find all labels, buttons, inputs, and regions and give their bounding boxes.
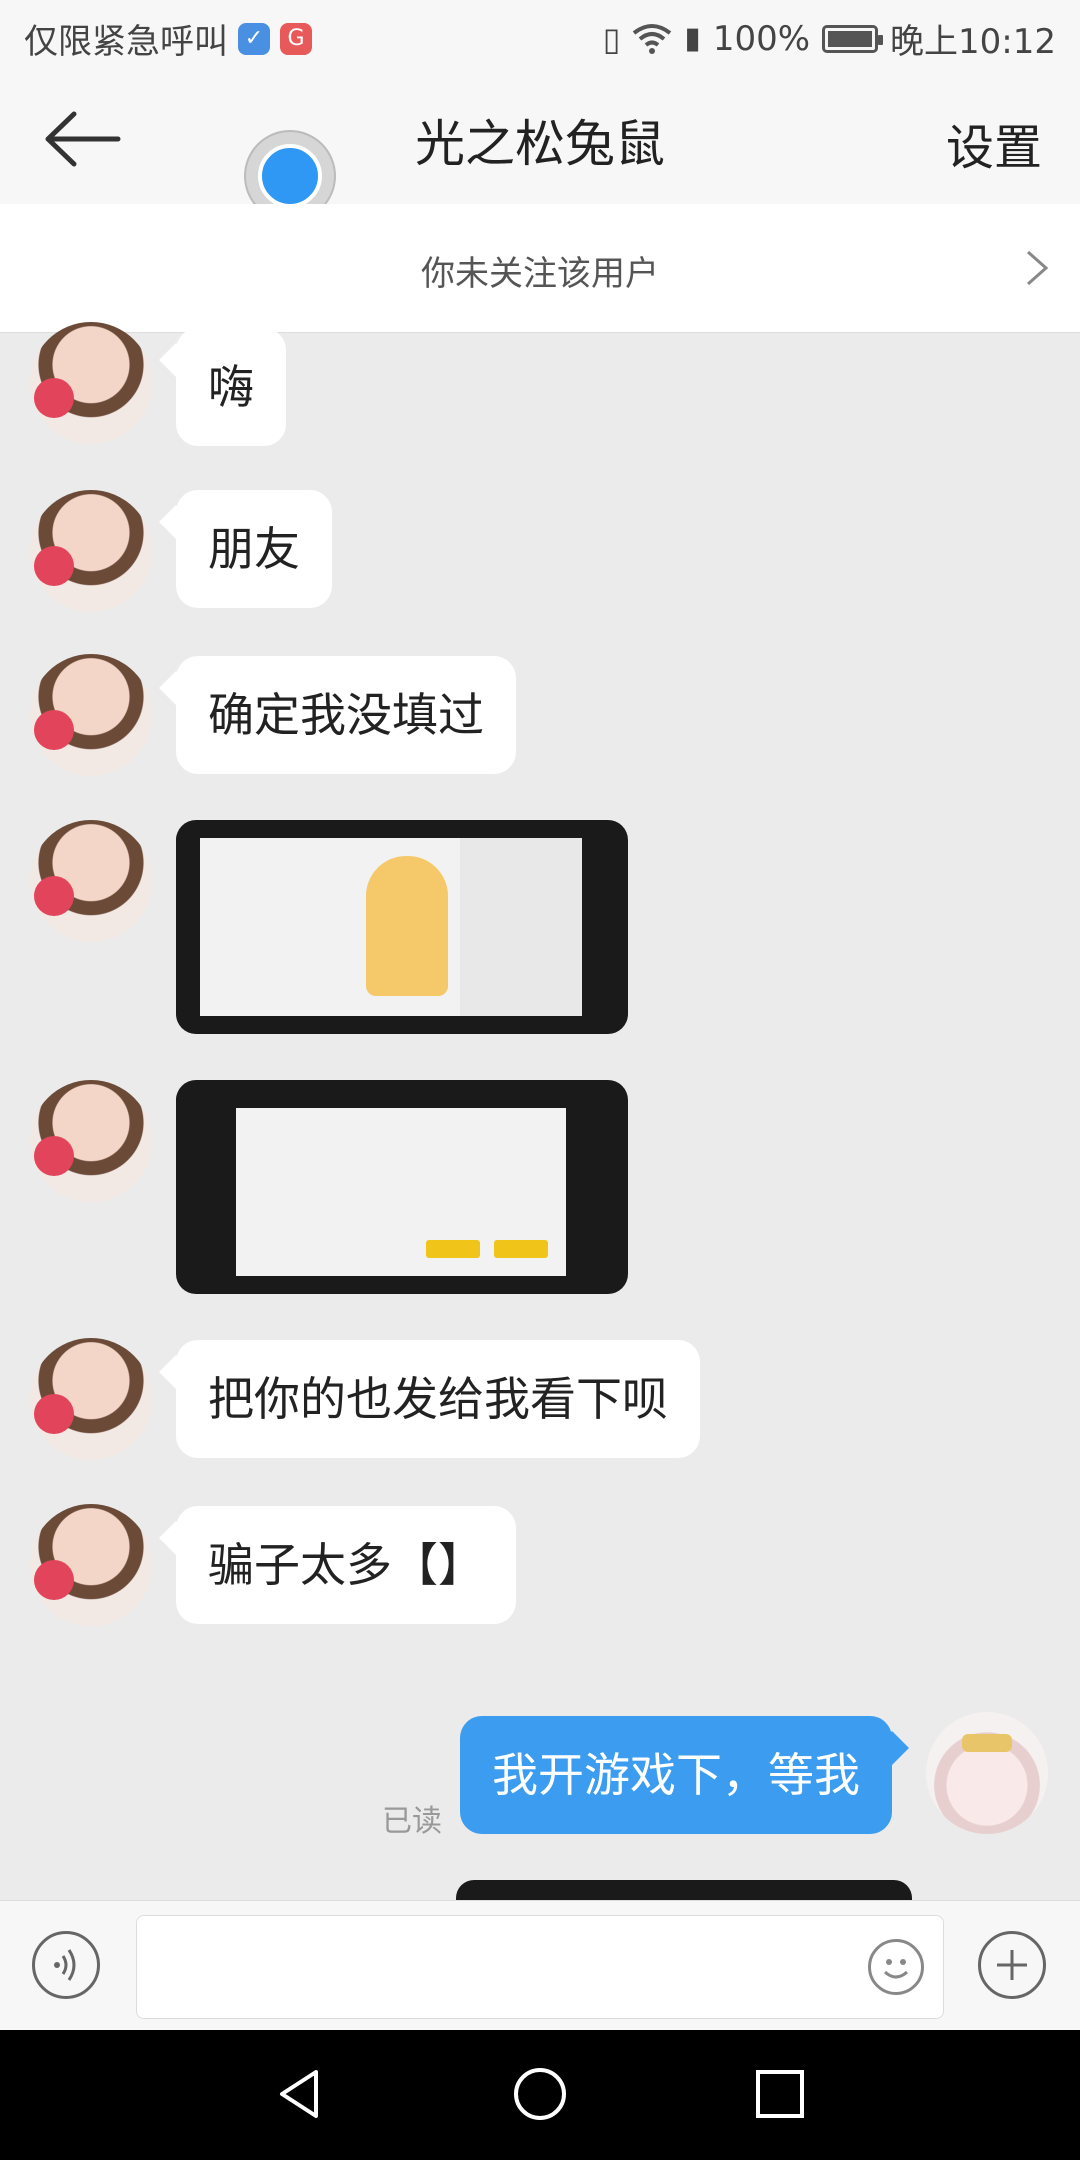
plus-icon: [997, 1950, 1027, 1980]
status-left: 仅限紧急呼叫 ✓ G: [24, 14, 312, 63]
message-bubble[interactable]: 朋友: [176, 490, 332, 608]
status-right: ▯ ▮ 100% 晚上10:12: [603, 14, 1056, 63]
message-bubble[interactable]: 把你的也发给我看下呗: [176, 1340, 700, 1458]
contact-avatar[interactable]: [30, 820, 152, 942]
input-bar: [0, 1900, 1080, 2031]
system-nav-bar: [0, 2030, 1080, 2160]
contact-avatar[interactable]: [30, 322, 152, 444]
follow-status-text: 你未关注该用户: [421, 254, 659, 294]
message-input[interactable]: [136, 1915, 944, 2019]
follow-banner[interactable]: 你未关注该用户: [0, 204, 1080, 333]
message-bubble[interactable]: 嗨: [176, 328, 286, 446]
wifi-icon: [633, 23, 672, 54]
yellow-button-graphic: [494, 1240, 548, 1258]
clock: 晚上10:12: [890, 22, 1056, 62]
add-attachment-button[interactable]: [978, 1931, 1046, 1999]
read-receipt: 已读: [382, 1804, 442, 1839]
message-bubble[interactable]: 确定我没填过: [176, 656, 516, 774]
assist-dot-icon: [258, 144, 322, 208]
battery-icon: [822, 24, 884, 53]
contact-avatar[interactable]: [30, 490, 152, 612]
game-character-figure: [366, 856, 448, 996]
battery-percent: 100%: [712, 18, 811, 59]
contact-avatar[interactable]: [30, 1080, 152, 1202]
contact-avatar[interactable]: [30, 1338, 152, 1460]
voice-icon: [54, 1949, 76, 1981]
message-bubble[interactable]: 骗子太多【】: [176, 1506, 516, 1624]
my-avatar[interactable]: [926, 1712, 1048, 1834]
status-bar: 仅限紧急呼叫 ✓ G ▯ ▮ 100% 晚上10:12: [0, 0, 1080, 76]
shield-icon: ✓: [238, 22, 270, 55]
title-bar: 光之松兔鼠 设置: [0, 76, 1080, 205]
sim-icon: ▮: [684, 21, 701, 56]
settings-button[interactable]: 设置: [946, 108, 1042, 178]
chevron-right-icon: [1027, 250, 1049, 286]
emergency-call-text: 仅限紧急呼叫: [24, 22, 228, 62]
emoji-button[interactable]: [868, 1939, 924, 1995]
image-message[interactable]: [176, 1080, 628, 1294]
nav-home-icon[interactable]: [510, 2064, 570, 2124]
smiley-icon: [883, 1959, 909, 1979]
contact-avatar[interactable]: [30, 1504, 152, 1626]
app-notification-icon: G: [280, 22, 312, 55]
screenshot-side-panel: [460, 838, 582, 1016]
yellow-button-graphic: [426, 1240, 480, 1258]
message-bubble-outgoing[interactable]: 我开游戏下，等我: [460, 1716, 892, 1834]
screenshot-panel: [200, 838, 500, 1016]
nav-back-icon[interactable]: [270, 2064, 330, 2124]
image-message[interactable]: [176, 820, 628, 1034]
nav-recents-icon[interactable]: [750, 2064, 810, 2124]
contact-avatar[interactable]: [30, 654, 152, 776]
vibrate-icon: ▯: [602, 19, 621, 58]
image-message-partial[interactable]: [456, 1880, 912, 1900]
page-title: 光之松兔鼠: [415, 115, 665, 173]
voice-input-button[interactable]: [32, 1931, 100, 1999]
